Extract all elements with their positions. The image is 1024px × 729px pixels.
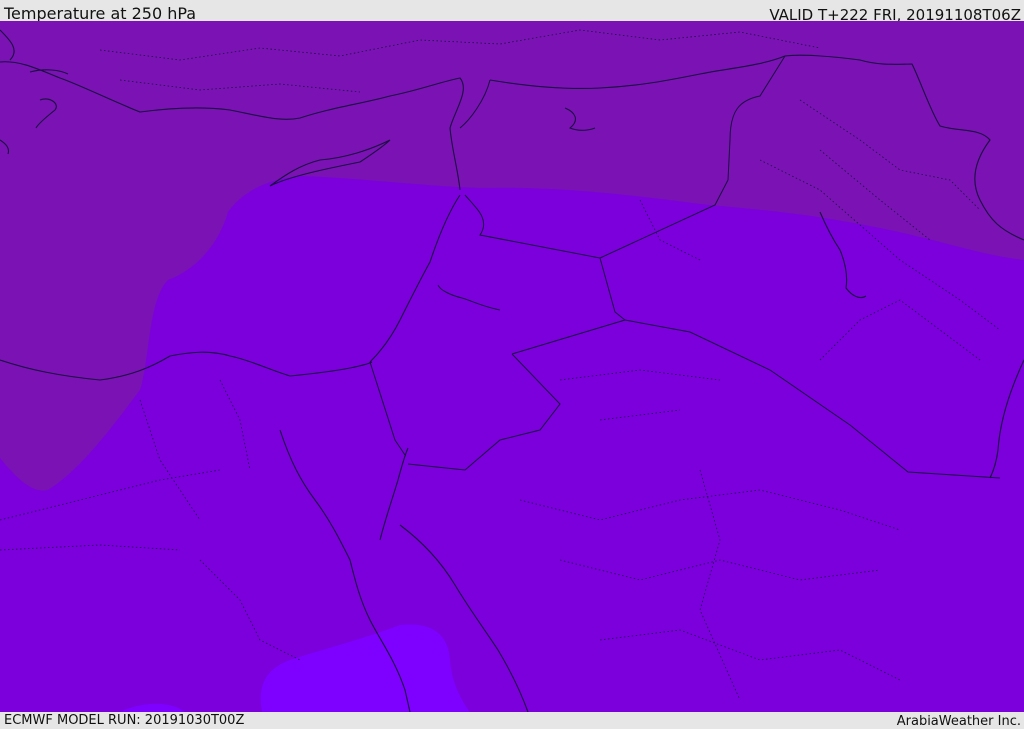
model-run: ECMWF MODEL RUN: 20191030T00Z [4, 713, 245, 728]
map-footer: ECMWF MODEL RUN: 20191030T00Z ArabiaWeat… [0, 712, 1024, 729]
credit: ArabiaWeather Inc. [896, 714, 1021, 729]
map-header: Temperature at 250 hPa VALID T+222 FRI, … [0, 0, 1024, 24]
weather-map[interactable] [0, 21, 1024, 712]
map-canvas [0, 21, 1024, 712]
